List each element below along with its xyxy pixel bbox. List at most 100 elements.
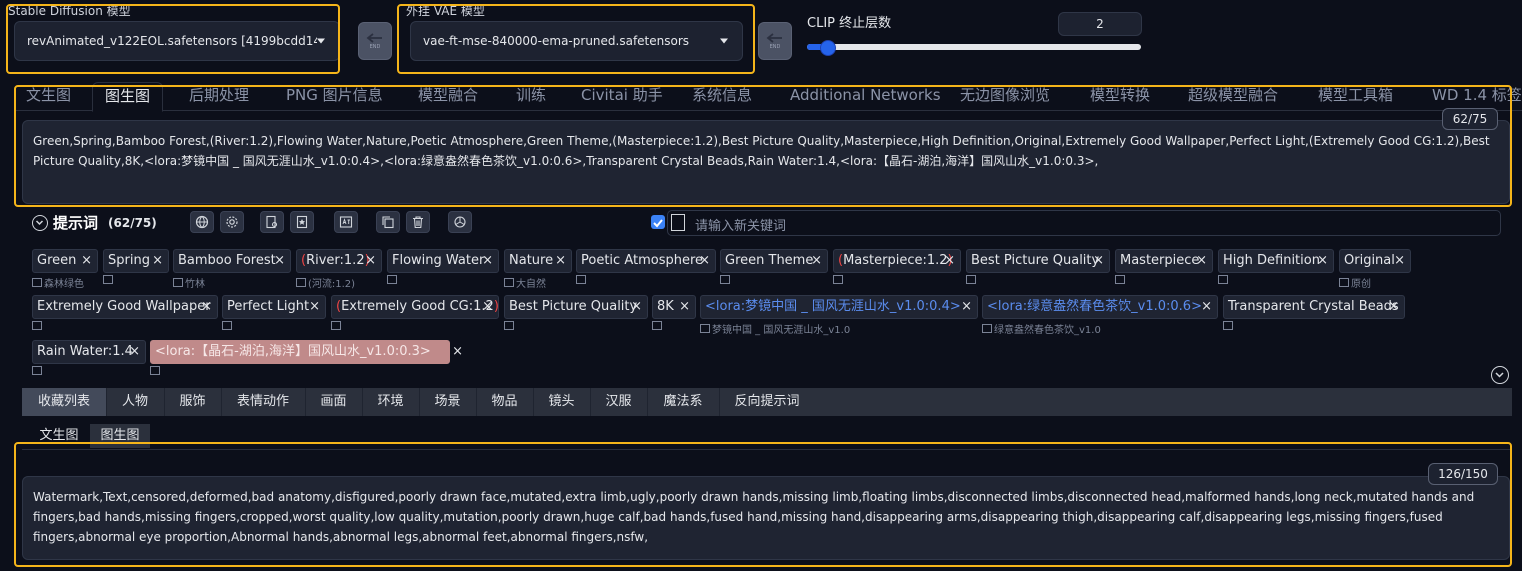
category-negative-prompt[interactable]: 反向提示词 <box>719 388 815 416</box>
ai-translate-button[interactable] <box>334 211 358 233</box>
category-objects[interactable]: 物品 <box>476 388 533 416</box>
category-scene[interactable]: 场景 <box>419 388 476 416</box>
tag-spring[interactable]: Spring × <box>103 249 169 273</box>
tag-masterpiece[interactable]: Masterpiece × <box>1115 249 1213 273</box>
close-icon[interactable]: × <box>699 250 710 272</box>
tag-extremely-good-cg[interactable]: (Extremely Good CG:1.2) × <box>331 295 499 319</box>
close-icon[interactable]: × <box>482 250 493 272</box>
tab-txt2img[interactable]: 文生图 <box>14 82 83 110</box>
tag-lora-mengjing[interactable]: <lora:梦镜中国 _ 国风无涯山水_v1.0:0.4> × <box>700 295 978 319</box>
close-icon[interactable]: × <box>1201 296 1212 318</box>
close-icon[interactable]: × <box>1394 250 1405 272</box>
tag-8k[interactable]: 8K × <box>652 295 696 319</box>
close-icon[interactable]: × <box>1317 250 1328 272</box>
tag-green[interactable]: Green × <box>32 249 98 273</box>
close-icon[interactable]: × <box>1388 296 1399 318</box>
category-camera[interactable]: 镜头 <box>533 388 590 416</box>
sd-model-refresh-button[interactable]: END <box>358 22 392 60</box>
expand-tags-button[interactable] <box>1491 366 1509 384</box>
tag-lora-jingshi[interactable]: <lora:【晶石-湖泊,海洋】国风山水_v1.0:0.3> × <box>150 340 463 364</box>
tab-model-converter[interactable]: 模型转换 <box>1078 82 1162 110</box>
favorite-button[interactable] <box>290 211 314 233</box>
tab-system-info[interactable]: 系统信息 <box>680 82 764 110</box>
category-scene-view[interactable]: 画面 <box>305 388 362 416</box>
close-icon[interactable]: × <box>631 296 642 318</box>
close-icon[interactable]: × <box>1093 250 1104 272</box>
close-icon[interactable]: × <box>452 341 463 363</box>
category-favorites[interactable]: 收藏列表 <box>22 388 106 416</box>
category-expressions[interactable]: 表情动作 <box>221 388 305 416</box>
tag-nature[interactable]: Nature × <box>504 249 572 273</box>
tag-original[interactable]: Original × <box>1339 249 1411 273</box>
tab-civitai-helper[interactable]: Civitai 助手 <box>569 82 675 110</box>
keyword-checkbox[interactable] <box>651 215 665 229</box>
delete-button[interactable] <box>406 211 430 233</box>
copy-button[interactable] <box>376 211 400 233</box>
close-icon[interactable]: × <box>1196 250 1207 272</box>
tab-extras[interactable]: 后期处理 <box>177 82 261 110</box>
tab-checkpoint-merger[interactable]: 模型融合 <box>406 82 490 110</box>
tag-river[interactable]: (River:1.2) × <box>296 249 382 273</box>
tab-wd14-tagger[interactable]: WD 1.4 标签器 <box>1420 82 1522 110</box>
tab-infinite-image-browsing[interactable]: 无边图像浏览 <box>948 82 1062 110</box>
tag-rain-water[interactable]: Rain Water:1.4 × <box>32 340 146 364</box>
tag-perfect-light[interactable]: Perfect Light × <box>222 295 326 319</box>
tab-model-toolkit[interactable]: 模型工具箱 <box>1306 82 1405 110</box>
translate-button[interactable] <box>190 211 214 233</box>
category-magic[interactable]: 魔法系 <box>647 388 719 416</box>
translate-icon <box>173 278 183 287</box>
tab-train[interactable]: 训练 <box>504 82 558 110</box>
tag-flowing-water[interactable]: Flowing Water × <box>387 249 499 273</box>
tab-png-info[interactable]: PNG 图片信息 <box>274 82 395 110</box>
category-people[interactable]: 人物 <box>106 388 164 416</box>
tag-lora-lvyi[interactable]: <lora:绿意盎然春色茶饮_v1.0:0.6> × <box>982 295 1218 319</box>
subtab-txt2img[interactable]: 文生图 <box>30 424 88 448</box>
tag-lora1-translation: 梦镜中国 _ 国风无涯山水_v1.0 <box>700 321 850 336</box>
close-icon[interactable]: × <box>365 250 376 272</box>
tag-bamboo-forest[interactable]: Bamboo Forest × <box>173 249 291 273</box>
tag-poetic-atmosphere[interactable]: Poetic Atmosphere × <box>576 249 716 273</box>
tab-super-merger[interactable]: 超级模型融合 <box>1176 82 1290 110</box>
tag-best-picture-quality-2[interactable]: Best Picture Quality × <box>504 295 648 319</box>
translate-icon <box>576 275 586 284</box>
history-button[interactable] <box>260 211 284 233</box>
tab-img2img[interactable]: 图生图 <box>92 82 164 112</box>
keyword-input[interactable]: 请输入新关键词 <box>667 210 1501 236</box>
close-icon[interactable]: × <box>482 296 493 318</box>
chatgpt-button[interactable] <box>448 211 472 233</box>
close-icon[interactable]: × <box>274 250 285 272</box>
category-environment[interactable]: 环境 <box>362 388 419 416</box>
clip-number-input[interactable]: 2 <box>1058 12 1142 36</box>
close-icon[interactable]: × <box>555 250 566 272</box>
close-icon[interactable]: × <box>679 296 690 318</box>
close-icon[interactable]: × <box>309 296 320 318</box>
tag-transparent-crystal-beads[interactable]: Transparent Crystal Beads × <box>1223 295 1405 319</box>
close-icon[interactable]: × <box>81 250 92 272</box>
tag-translation: (河流:1.2) <box>308 279 356 290</box>
close-icon[interactable]: × <box>152 250 163 272</box>
close-icon[interactable]: × <box>811 250 822 272</box>
category-clothing[interactable]: 服饰 <box>164 388 221 416</box>
tag-masterpiece-weighted[interactable]: (Masterpiece:1.2) × <box>833 249 961 273</box>
settings-button[interactable] <box>220 211 244 233</box>
vae-refresh-button[interactable]: END <box>758 22 792 60</box>
close-icon[interactable]: × <box>961 296 972 318</box>
subtab-img2img[interactable]: 图生图 <box>90 424 150 448</box>
tab-additional-networks[interactable]: Additional Networks <box>778 82 953 110</box>
tag-high-definition[interactable]: High Definition × <box>1218 249 1334 273</box>
close-icon[interactable]: × <box>944 250 955 272</box>
tag-green-theme[interactable]: Green Theme × <box>720 249 828 273</box>
clip-slider-thumb[interactable] <box>820 40 836 56</box>
tag-best-picture-quality[interactable]: Best Picture Quality × <box>966 249 1110 273</box>
prompt-textarea[interactable]: Green,Spring,Bamboo Forest,(River:1.2),F… <box>22 120 1510 204</box>
vae-dropdown[interactable]: vae-ft-mse-840000-ema-pruned.safetensors <box>410 21 743 61</box>
tag-extremely-good-wallpaper[interactable]: Extremely Good Wallpaper × <box>32 295 218 319</box>
close-icon[interactable]: × <box>129 341 140 363</box>
negative-prompt-textarea[interactable]: Watermark,Text,censored,deformed,bad ana… <box>22 476 1510 560</box>
prompt-panel-header[interactable]: 提示词 (62/75) <box>32 212 157 233</box>
category-hanfu[interactable]: 汉服 <box>590 388 647 416</box>
close-icon[interactable]: × <box>201 296 212 318</box>
tag-label: Spring <box>108 253 150 268</box>
document-search-icon <box>266 215 278 229</box>
sd-model-dropdown[interactable]: revAnimated_v122EOL.safetensors [4199bcd… <box>14 21 340 61</box>
